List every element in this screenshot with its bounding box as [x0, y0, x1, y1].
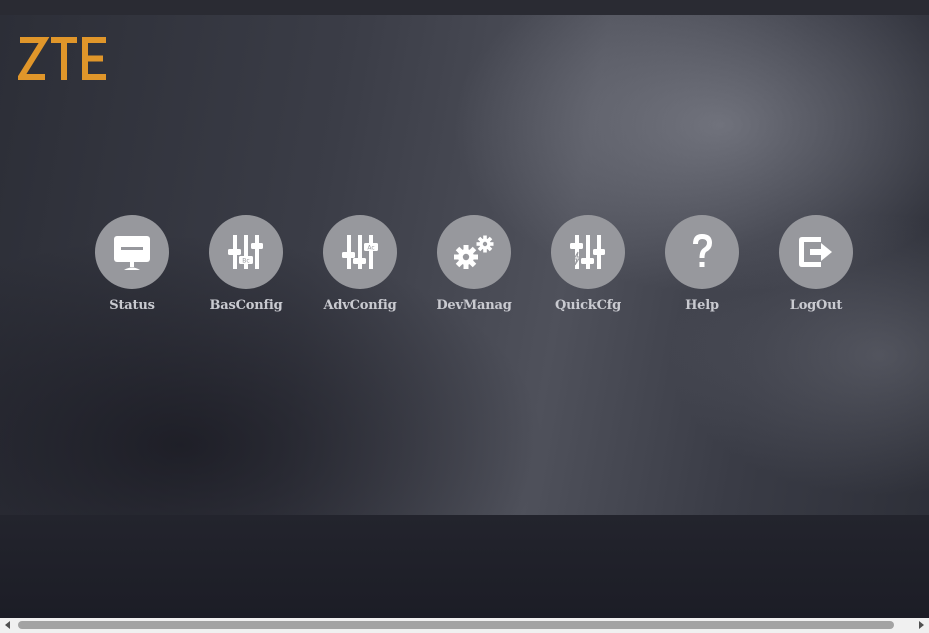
status-button[interactable] [95, 215, 169, 289]
help-button[interactable] [665, 215, 739, 289]
basconfig-button[interactable]: Bc [209, 215, 283, 289]
logout-button[interactable] [779, 215, 853, 289]
quickcfg-label[interactable]: QuickCfg [531, 298, 645, 313]
menu-item-status[interactable]: Status [75, 215, 189, 313]
svg-text:Bc: Bc [242, 258, 249, 265]
question-mark-icon [693, 234, 712, 267]
menu-item-logout[interactable]: LogOut [759, 215, 873, 313]
horizontal-scrollbar[interactable] [0, 618, 929, 633]
logout-label[interactable]: LogOut [759, 298, 873, 313]
help-label[interactable]: Help [645, 298, 759, 313]
menu-item-advconfig[interactable]: Ac AdvConfig [303, 215, 417, 313]
zte-logo [15, 36, 110, 82]
basconfig-label[interactable]: BasConfig [189, 298, 303, 313]
menu-item-quickcfg[interactable]: QuickCfg [531, 215, 645, 313]
quickcfg-button[interactable] [551, 215, 625, 289]
advconfig-label[interactable]: AdvConfig [303, 298, 417, 313]
zte-logo-mark [15, 37, 106, 80]
devmanag-button[interactable] [437, 215, 511, 289]
scrollbar-thumb[interactable] [18, 621, 894, 629]
sliders-basic-icon: Bc [228, 235, 263, 269]
logout-icon [799, 237, 832, 267]
menu-item-help[interactable]: Help [645, 215, 759, 313]
sliders-quick-icon [570, 235, 605, 269]
scroll-left-icon[interactable] [5, 621, 10, 629]
devmanag-label[interactable]: DevManag [417, 298, 531, 313]
top-strip [0, 0, 929, 15]
menu-item-basconfig[interactable]: Bc BasConfig [189, 215, 303, 313]
gears-icon [454, 235, 494, 269]
main-menu: Status Bc BasConfig Ac AdvConfig DevMana… [0, 215, 929, 325]
footer-area [0, 515, 929, 618]
status-label[interactable]: Status [75, 298, 189, 313]
svg-text:Ac: Ac [367, 245, 374, 252]
advconfig-button[interactable]: Ac [323, 215, 397, 289]
menu-item-devmanag[interactable]: DevManag [417, 215, 531, 313]
scroll-right-icon[interactable] [919, 621, 924, 629]
monitor-icon [114, 236, 150, 270]
sliders-advanced-icon: Ac [342, 235, 378, 269]
